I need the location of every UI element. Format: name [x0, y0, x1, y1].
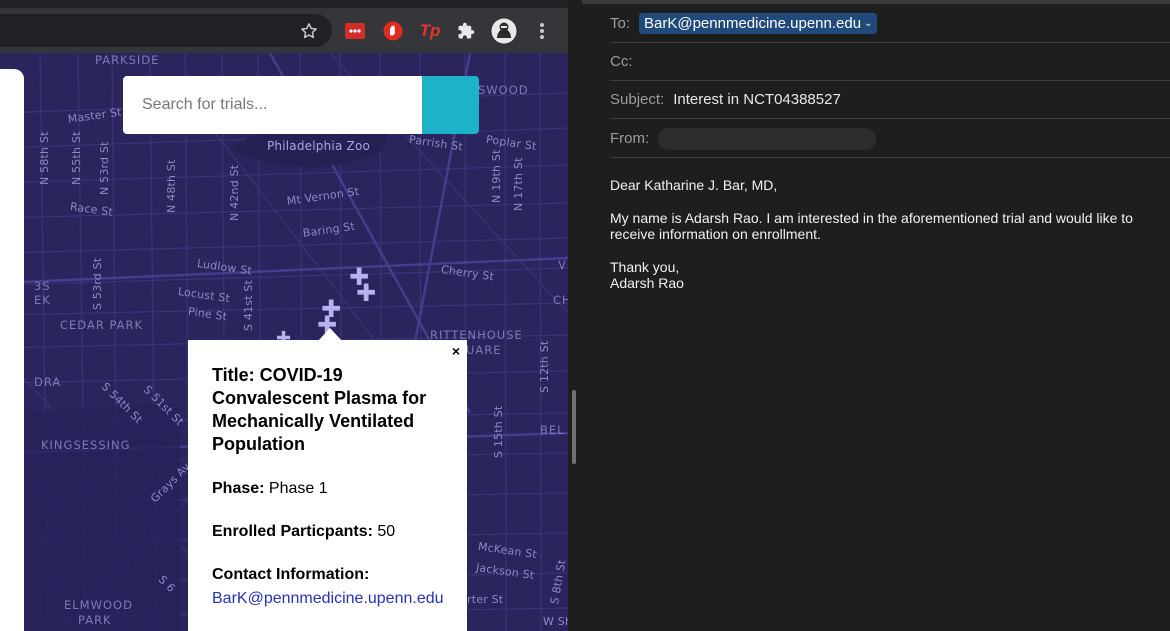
- map-area-label: ELMWOOD: [64, 598, 133, 612]
- from-label: From:: [610, 130, 650, 147]
- email-body[interactable]: Dear Katharine J. Bar, MD, My name is Ad…: [610, 177, 1150, 292]
- trial-search-box: [123, 76, 479, 134]
- street-label: N 48th St: [165, 159, 178, 213]
- street-label: S 53rd St: [91, 257, 104, 310]
- body-paragraph: My name is Adarsh Rao. I am interested i…: [610, 209, 1133, 243]
- browser-window: Tp PARKSIDE SWOOD CEDAR PARK RITTENHOUSE…: [0, 0, 568, 631]
- trial-contact: Contact Information: BarK@pennmedicine.u…: [212, 565, 457, 609]
- street-label: S 41st St: [242, 279, 255, 331]
- contact-label: Contact Information:: [212, 566, 370, 583]
- street-label: S 12th St: [538, 340, 551, 393]
- map-area-label: BEL: [540, 423, 565, 437]
- trial-info-popup: × Title: COVID-19 Convalescent Plasma fo…: [188, 340, 467, 631]
- map-area-label: UARE: [466, 343, 502, 357]
- map-area-label: CEDAR PARK: [60, 318, 144, 332]
- map-area-label: SWOOD: [478, 83, 529, 97]
- phase-label: Phase:: [212, 480, 265, 497]
- recipient-address: BarK@pennmedicine.upenn.edu: [644, 15, 862, 32]
- cc-label: Cc:: [610, 53, 633, 70]
- subject-value[interactable]: Interest in NCT04388527: [673, 91, 841, 108]
- contact-email-link[interactable]: BarK@pennmedicine.upenn.edu: [212, 589, 457, 609]
- map-area-label: KINGSESSING: [41, 438, 131, 452]
- body-signature: Adarsh Rao: [610, 275, 684, 291]
- street-label: W Sh: [543, 615, 568, 628]
- recipient-chip[interactable]: BarK@pennmedicine.upenn.edu ⌄: [639, 13, 878, 34]
- tp-extension-label: Tp: [419, 21, 441, 40]
- street-label: S 15th St: [492, 405, 505, 458]
- street-label: N 42nd St: [228, 164, 241, 221]
- cc-field[interactable]: Cc:: [610, 43, 1170, 81]
- trial-marker-icon[interactable]: ✚: [356, 281, 376, 305]
- street-label: N 17th St: [512, 157, 525, 211]
- to-field[interactable]: To: BarK@pennmedicine.upenn.edu ⌄: [610, 5, 1170, 43]
- street-label: N 53rd St: [98, 141, 111, 195]
- from-address-redacted[interactable]: [658, 127, 877, 150]
- enrolled-value: 50: [377, 523, 396, 540]
- map-area-label: 3S: [34, 279, 51, 293]
- body-closing: Thank you,: [610, 258, 680, 275]
- map-area-label: DRA: [34, 375, 62, 389]
- trial-phase: Phase: Phase 1: [212, 479, 457, 499]
- profile-avatar-icon[interactable]: [491, 18, 517, 44]
- map-area-label: PARK: [78, 613, 112, 627]
- subject-field[interactable]: Subject: Interest in NCT04388527: [610, 81, 1170, 119]
- street-label: N 58th St: [38, 131, 51, 185]
- address-bar[interactable]: [0, 14, 332, 47]
- subject-label: Subject:: [610, 91, 665, 108]
- bookmark-star-icon[interactable]: [298, 20, 320, 42]
- map-area-label: PARKSIDE: [95, 53, 160, 67]
- block-hand-extension-icon[interactable]: [382, 20, 404, 42]
- street-label: rter St: [467, 593, 504, 606]
- from-field[interactable]: From:: [610, 120, 1170, 158]
- compose-top-border: [582, 0, 1170, 4]
- street-label: N 55th St: [70, 131, 83, 185]
- window-splitter-handle[interactable]: [572, 390, 576, 464]
- map-area-label: EK: [34, 293, 51, 307]
- browser-menu-kebab-icon[interactable]: [531, 20, 553, 42]
- search-button[interactable]: [422, 76, 479, 134]
- map-area-label: V: [558, 258, 567, 272]
- street-label: N 19th St: [490, 149, 503, 203]
- side-panel: [0, 69, 24, 631]
- phase-value: Phase 1: [268, 480, 328, 497]
- chevron-down-icon[interactable]: ⌄: [864, 18, 872, 29]
- map-area-label: CH: [553, 293, 568, 307]
- lastpass-extension-icon[interactable]: [344, 20, 366, 42]
- extensions-puzzle-icon[interactable]: [455, 20, 477, 42]
- tp-extension-icon[interactable]: Tp: [419, 20, 441, 42]
- trial-title: Title: COVID-19 Convalescent Plasma for …: [212, 365, 427, 454]
- zoo-label: Philadelphia Zoo: [267, 139, 371, 153]
- trial-enrollment: Enrolled Particpants: 50: [212, 522, 457, 542]
- trial-search-input[interactable]: [123, 76, 422, 134]
- map-view[interactable]: PARKSIDE SWOOD CEDAR PARK RITTENHOUSE UA…: [0, 53, 568, 631]
- browser-tab-strip: [0, 0, 568, 8]
- email-compose-window: To: BarK@pennmedicine.upenn.edu ⌄ Cc: Su…: [582, 0, 1170, 631]
- body-greeting: Dear Katharine J. Bar, MD,: [610, 177, 778, 193]
- browser-toolbar: Tp: [0, 8, 568, 53]
- close-icon[interactable]: ×: [452, 343, 460, 359]
- enrolled-label: Enrolled Particpants:: [212, 523, 373, 540]
- to-label: To:: [610, 15, 631, 32]
